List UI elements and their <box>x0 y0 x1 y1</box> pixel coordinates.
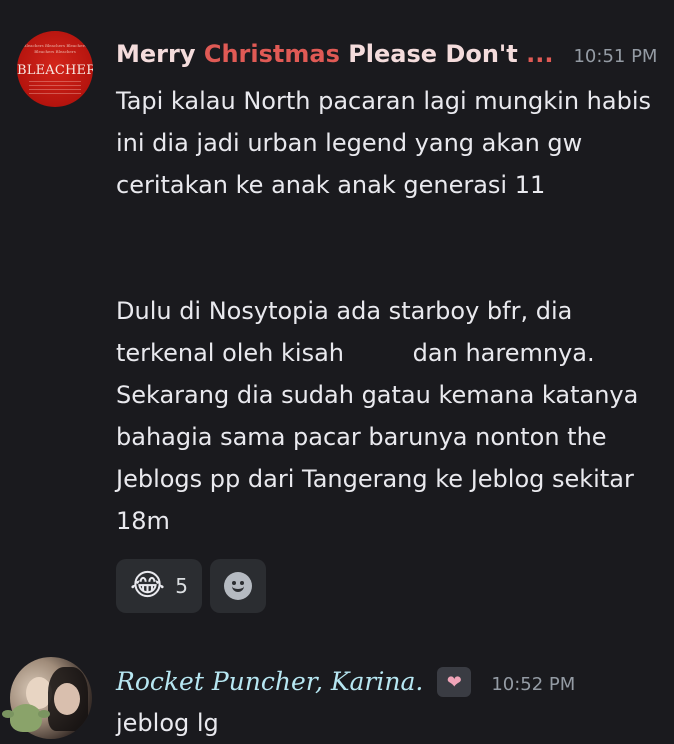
message-text: jeblog lg <box>116 709 219 737</box>
avatar-tiny-text: Bleachers Bleachers <box>34 49 76 54</box>
avatar-tiny-text: Bleachers Bleachers Bleachers <box>23 43 87 48</box>
message-header: Rocket Puncher, Karina. ❤ 10:52 PM <box>116 667 575 697</box>
avatar-brand-text: BLEACHERS <box>17 63 93 78</box>
baby-yoda-decoration-icon <box>2 704 50 732</box>
username[interactable]: Merry Christmas Please Don't ... <box>116 40 553 68</box>
reaction-count: 5 <box>175 574 188 598</box>
timestamp[interactable]: 10:52 PM <box>491 674 575 695</box>
add-reaction-button[interactable] <box>210 559 266 613</box>
heart-badge-icon[interactable]: ❤ <box>437 667 472 697</box>
username-part: Merry <box>116 40 204 68</box>
joy-emoji-icon: 😂 <box>130 568 166 603</box>
username-part: Please Don't <box>339 40 518 68</box>
username-part: Christmas <box>203 40 340 68</box>
timestamp[interactable]: 10:51 PM <box>573 46 657 67</box>
message-paragraph: Dulu di Nosytopia ada starboy bfr, dia t… <box>116 297 639 535</box>
user-avatar[interactable]: Bleachers Bleachers Bleachers Bleachers … <box>17 31 93 107</box>
reactions-bar: 😂 5 <box>116 559 266 613</box>
message-header: Merry Christmas Please Don't ... 10:51 P… <box>116 40 657 68</box>
avatar-face <box>54 683 80 715</box>
message-paragraph: Tapi kalau North pacaran lagi mungkin ha… <box>116 87 652 199</box>
smiley-icon <box>224 572 252 600</box>
reaction-joy[interactable]: 😂 5 <box>116 559 202 613</box>
heart-glyph: ❤ <box>446 671 462 693</box>
avatar-text-lines <box>29 81 81 95</box>
username-part: ... <box>517 40 554 68</box>
username[interactable]: Rocket Puncher, Karina. <box>116 667 423 696</box>
